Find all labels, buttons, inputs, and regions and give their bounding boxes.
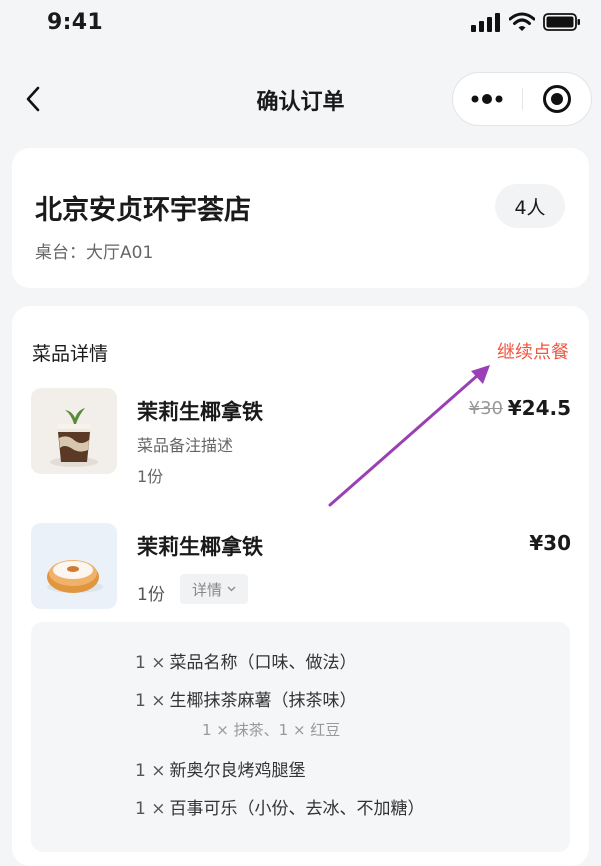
close-miniprogram-button[interactable]	[523, 73, 592, 125]
miniprogram-capsule	[452, 72, 592, 126]
detail-toggle-button[interactable]: 详情	[180, 574, 249, 604]
combo-line: 1 × 菜品名称（口味、做法）	[135, 653, 357, 673]
status-time: 9:41	[47, 10, 103, 35]
people-count-badge[interactable]: 4人	[495, 184, 565, 228]
dish-item: 茉莉生椰拿铁 1份 详情 ¥30	[31, 523, 571, 623]
section-title: 菜品详情	[32, 343, 109, 365]
combo-subline: 1 × 抹茶、1 × 红豆	[202, 721, 341, 739]
store-name: 北京安贞环宇荟店	[35, 195, 251, 226]
dish-quantity: 1份	[137, 585, 165, 605]
wifi-icon	[509, 12, 535, 31]
combo-line: 1 × 新奥尔良烤鸡腿堡	[135, 761, 306, 781]
original-price: ¥30	[468, 398, 503, 419]
dish-name: 茉莉生椰拿铁	[137, 535, 263, 559]
store-card: 北京安贞环宇荟店 桌台：大厅A01 4人	[12, 148, 589, 288]
dish-image-latte	[31, 388, 117, 474]
more-button[interactable]	[453, 73, 522, 125]
continue-ordering-link[interactable]: 继续点餐	[497, 338, 569, 364]
signal-icon	[471, 13, 500, 32]
combo-line: 1 × 百事可乐（小份、去冰、不加糖）	[135, 799, 425, 819]
dish-name: 茉莉生椰拿铁	[137, 400, 263, 424]
nav-bar: 确认订单	[0, 62, 601, 136]
more-dots-icon	[471, 94, 503, 104]
combo-details: 1 × 菜品名称（口味、做法） 1 × 生椰抹茶麻薯（抹茶味） 1 × 抹茶、1 ×…	[31, 622, 570, 852]
dish-item: 茉莉生椰拿铁 菜品备注描述 1份 ¥30 ¥24.5	[31, 388, 571, 488]
battery-icon	[543, 13, 580, 31]
status-bar: 9:41	[0, 0, 601, 48]
dish-quantity: 1份	[137, 467, 164, 486]
combo-line: 1 × 生椰抹茶麻薯（抹茶味）	[135, 691, 357, 711]
table-info: 桌台：大厅A01	[35, 243, 154, 263]
dish-note: 菜品备注描述	[137, 436, 234, 455]
target-icon	[542, 85, 571, 113]
price: ¥24.5	[507, 396, 571, 420]
chevron-down-icon	[227, 586, 236, 592]
price: ¥30	[529, 531, 571, 555]
dish-image-donut	[31, 523, 117, 609]
detail-label: 详情	[192, 580, 223, 599]
order-details-card: 菜品详情 继续点餐 茉莉生椰拿铁 菜品备注描述 1份 ¥30 ¥24.5 茉莉生…	[12, 306, 589, 866]
